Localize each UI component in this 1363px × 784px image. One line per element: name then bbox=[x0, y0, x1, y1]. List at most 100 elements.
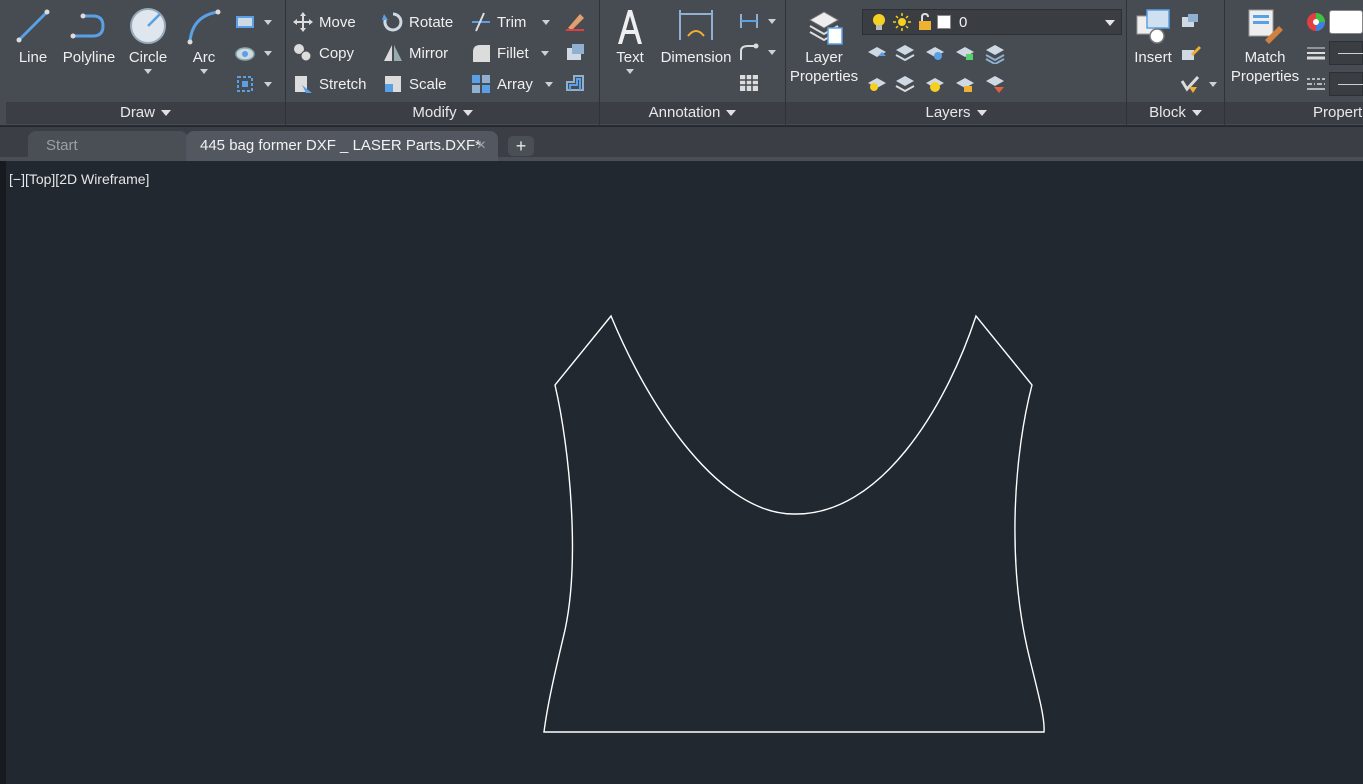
object-color-dropdown[interactable] bbox=[1329, 10, 1363, 34]
boundary-icon[interactable] bbox=[234, 73, 256, 95]
explode-icon[interactable] bbox=[564, 41, 586, 63]
stretch-label: Stretch bbox=[319, 75, 367, 93]
rotate-label: Rotate bbox=[409, 13, 454, 31]
boundary-dropdown-caret[interactable] bbox=[264, 82, 272, 87]
array-dropdown-caret[interactable] bbox=[544, 81, 553, 87]
stretch-button[interactable]: Stretch bbox=[292, 72, 367, 96]
linetype-icon[interactable] bbox=[1305, 73, 1327, 95]
draw-panel: Line Polyline Circle Arc Draw bbox=[6, 0, 286, 126]
create-block-icon[interactable] bbox=[1179, 11, 1201, 33]
rotate-button[interactable]: Rotate bbox=[382, 10, 453, 34]
lineweight-icon[interactable] bbox=[1305, 42, 1327, 64]
tab-start-label: Start bbox=[46, 137, 78, 154]
text-dropdown-caret[interactable] bbox=[626, 69, 634, 74]
draw-panel-caret bbox=[161, 110, 171, 117]
close-tab-icon[interactable]: × bbox=[477, 131, 486, 161]
layer-off-icon[interactable] bbox=[866, 42, 888, 64]
arc-dropdown-caret[interactable] bbox=[200, 69, 208, 74]
fillet-label: Fillet bbox=[497, 44, 529, 62]
annotation-panel-title[interactable]: Annotation bbox=[600, 102, 785, 124]
match-properties-button[interactable]: Match Properties bbox=[1227, 6, 1303, 86]
layers-panel: Layer Properties 0 Layers bbox=[786, 0, 1127, 126]
polyline-icon bbox=[70, 13, 105, 39]
leader-icon[interactable] bbox=[738, 41, 760, 63]
modify-panel-title[interactable]: Modify bbox=[286, 102, 599, 124]
line-icon bbox=[16, 9, 50, 43]
layers-panel-title[interactable]: Layers bbox=[786, 102, 1126, 124]
layer-change-icon[interactable] bbox=[984, 73, 1006, 95]
dimension-button[interactable]: Dimension bbox=[658, 6, 734, 67]
polyline-button[interactable]: Polyline bbox=[58, 6, 120, 67]
layer-dropdown[interactable]: 0 bbox=[862, 9, 1122, 35]
hatch-dropdown-caret[interactable] bbox=[264, 51, 272, 56]
layer-dropdown-arrow bbox=[1105, 20, 1115, 26]
edit-block-icon[interactable] bbox=[1179, 42, 1201, 64]
layer-match-icon[interactable] bbox=[984, 42, 1006, 64]
move-button[interactable]: Move bbox=[292, 10, 356, 34]
array-button[interactable]: Array bbox=[470, 72, 553, 96]
drawing-viewport[interactable]: [−][Top][2D Wireframe] bbox=[0, 161, 1363, 784]
layers-panel-caret bbox=[976, 110, 987, 117]
tab-start[interactable]: Start bbox=[28, 131, 188, 161]
text-button[interactable]: Text bbox=[610, 6, 650, 74]
trim-label: Trim bbox=[497, 13, 527, 31]
edit-attributes-icon[interactable] bbox=[1179, 73, 1201, 95]
layer-unisolate-icon[interactable] bbox=[894, 73, 916, 95]
trim-dropdown-caret[interactable] bbox=[542, 19, 551, 25]
hatch-icon[interactable] bbox=[234, 42, 256, 64]
circle-dropdown-caret[interactable] bbox=[144, 69, 152, 74]
table-icon[interactable] bbox=[738, 72, 760, 94]
linetype-dropdown[interactable] bbox=[1329, 72, 1363, 96]
layer-thaw-sun-icon bbox=[893, 13, 911, 31]
layer-properties-icon bbox=[808, 11, 843, 45]
circle-button[interactable]: Circle bbox=[124, 6, 172, 74]
layer-on-icon[interactable] bbox=[866, 73, 888, 95]
properties-panel-title[interactable]: Propert bbox=[1225, 102, 1363, 124]
block-panel: Insert Block bbox=[1127, 0, 1225, 126]
trim-button[interactable]: Trim bbox=[470, 10, 551, 34]
offset-icon[interactable] bbox=[564, 72, 586, 94]
lineweight-dropdown[interactable] bbox=[1329, 41, 1363, 65]
rectangle-dropdown-caret[interactable] bbox=[264, 20, 272, 25]
copy-button[interactable]: Copy bbox=[292, 41, 354, 65]
linear-dimension-caret[interactable] bbox=[768, 19, 776, 24]
mirror-button[interactable]: Mirror bbox=[382, 41, 448, 65]
mirror-icon bbox=[384, 45, 402, 61]
block-attributes-caret[interactable] bbox=[1209, 82, 1217, 87]
layer-unlock-icon bbox=[919, 13, 931, 30]
layer-freeze-icon[interactable] bbox=[924, 42, 946, 64]
arc-icon bbox=[187, 9, 221, 45]
part-profile[interactable] bbox=[543, 314, 1045, 733]
layer-properties-button[interactable]: Layer Properties bbox=[788, 6, 860, 86]
fillet-button[interactable]: Fillet bbox=[470, 41, 549, 65]
bag-former-outline[interactable] bbox=[0, 161, 1363, 784]
layer-properties-label-2: Properties bbox=[789, 68, 859, 85]
annotation-panel-caret bbox=[726, 110, 737, 117]
dimension-icon bbox=[679, 10, 713, 40]
fillet-dropdown-caret[interactable] bbox=[540, 50, 549, 56]
layer-lock-icon[interactable] bbox=[954, 42, 976, 64]
layer-isolate-icon[interactable] bbox=[894, 42, 916, 64]
draw-panel-title[interactable]: Draw bbox=[6, 102, 285, 124]
linear-dimension-icon[interactable] bbox=[738, 10, 760, 32]
move-label: Move bbox=[319, 13, 356, 31]
scale-button[interactable]: Scale bbox=[382, 72, 447, 96]
text-icon bbox=[618, 10, 642, 44]
leader-caret[interactable] bbox=[768, 50, 776, 55]
insert-button[interactable]: Insert bbox=[1129, 6, 1177, 67]
autocad-window: Line Polyline Circle Arc Draw Move Rotat… bbox=[0, 0, 1363, 784]
layer-thaw-icon[interactable] bbox=[924, 73, 946, 95]
annotation-panel-label: Annotation bbox=[648, 104, 721, 121]
trim-icon bbox=[472, 12, 490, 32]
new-tab-button[interactable]: + bbox=[508, 136, 534, 156]
rectangle-icon[interactable] bbox=[234, 11, 256, 33]
line-button[interactable]: Line bbox=[12, 6, 54, 67]
color-wheel-icon[interactable] bbox=[1305, 11, 1327, 33]
annotation-panel: Text Dimension Annotation bbox=[600, 0, 786, 126]
arc-button[interactable]: Arc bbox=[182, 6, 226, 74]
block-panel-title[interactable]: Block bbox=[1127, 102, 1224, 124]
erase-icon[interactable] bbox=[564, 10, 586, 32]
layer-unlock-tool-icon[interactable] bbox=[954, 73, 976, 95]
tab-drawing[interactable]: 445 bag former DXF _ LASER Parts.DXF* × bbox=[186, 131, 498, 161]
modify-panel-caret bbox=[462, 110, 473, 117]
